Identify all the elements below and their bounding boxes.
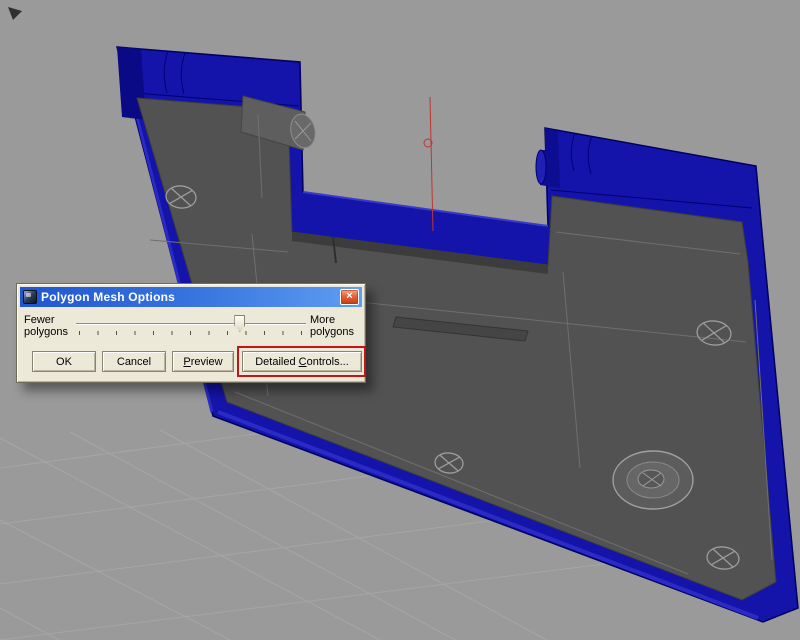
polygon-mesh-options-dialog: Polygon Mesh Options × Fewer polygons Mo… xyxy=(16,283,366,383)
preview-button[interactable]: Preview xyxy=(172,351,234,372)
dialog-titlebar[interactable]: Polygon Mesh Options × xyxy=(20,287,362,307)
more-polygons-label: More polygons xyxy=(310,314,355,338)
close-icon: × xyxy=(346,290,353,302)
app-icon xyxy=(23,290,37,304)
polygon-density-slider[interactable] xyxy=(76,311,306,341)
dialog-buttons: OK Cancel Preview Detailed Controls... xyxy=(28,346,366,377)
dialog-title: Polygon Mesh Options xyxy=(41,290,176,304)
fewer-polygons-label: Fewer polygons xyxy=(24,314,69,338)
slider-ticks xyxy=(79,331,303,335)
large-boss xyxy=(612,450,694,510)
close-button[interactable]: × xyxy=(340,289,359,305)
detailed-controls-button[interactable]: Detailed Controls... xyxy=(242,351,362,372)
application-window: Polygon Mesh Options × Fewer polygons Mo… xyxy=(0,0,800,640)
ok-button[interactable]: OK xyxy=(32,351,96,372)
slider-thumb[interactable] xyxy=(234,315,246,332)
cancel-button[interactable]: Cancel xyxy=(102,351,166,372)
slider-track[interactable] xyxy=(76,323,306,325)
